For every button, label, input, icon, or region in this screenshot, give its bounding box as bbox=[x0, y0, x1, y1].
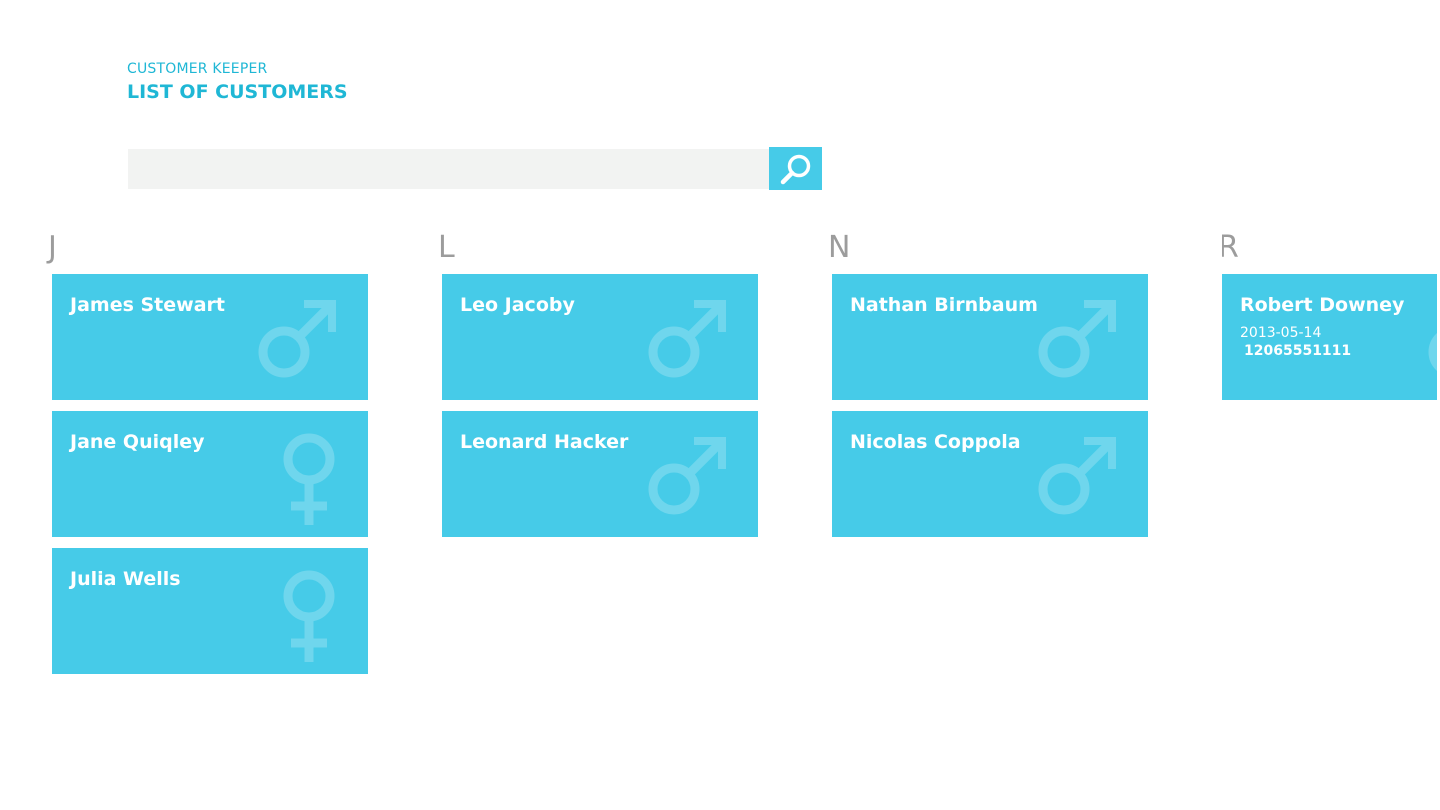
female-icon bbox=[260, 566, 344, 650]
male-icon bbox=[644, 433, 728, 517]
group-header[interactable]: J bbox=[48, 230, 372, 266]
customer-date: 2013-05-14 bbox=[1240, 325, 1322, 341]
group-j: J James Stewart Jane Quiqley Julia Wells bbox=[48, 230, 372, 674]
search-button[interactable] bbox=[769, 147, 822, 190]
male-icon bbox=[644, 296, 728, 380]
male-icon bbox=[254, 296, 338, 380]
search-icon bbox=[779, 152, 813, 186]
customer-name: Leonard Hacker bbox=[460, 431, 629, 453]
customer-tile[interactable]: Jane Quiqley bbox=[52, 411, 368, 537]
male-icon bbox=[1034, 433, 1118, 517]
customer-name: Nathan Birnbaum bbox=[850, 294, 1038, 316]
customer-tile[interactable]: Leonard Hacker bbox=[442, 411, 758, 537]
group-header[interactable]: R bbox=[1222, 230, 1437, 266]
page-title: LIST OF CUSTOMERS bbox=[127, 81, 348, 103]
page-header: CUSTOMER KEEPER LIST OF CUSTOMERS bbox=[127, 60, 348, 106]
customer-name: Nicolas Coppola bbox=[850, 431, 1021, 453]
customer-tile[interactable]: Leo Jacoby bbox=[442, 274, 758, 400]
group-header[interactable]: L bbox=[438, 230, 762, 266]
group-n: N Nathan Birnbaum Nicolas Coppola bbox=[828, 230, 1152, 537]
customer-tile[interactable]: Julia Wells bbox=[52, 548, 368, 674]
customer-name: Leo Jacoby bbox=[460, 294, 575, 316]
male-icon bbox=[1424, 296, 1437, 380]
group-header[interactable]: N bbox=[828, 230, 1152, 266]
customer-tile[interactable]: Robert Downey 2013-05-14 12065551111 bbox=[1222, 274, 1437, 400]
customer-phone: 12065551111 bbox=[1244, 343, 1352, 359]
customer-name: Robert Downey bbox=[1240, 294, 1405, 316]
customer-name: Jane Quiqley bbox=[70, 431, 205, 453]
group-l: L Leo Jacoby Leonard Hacker bbox=[438, 230, 762, 537]
customer-name: Julia Wells bbox=[70, 568, 181, 590]
female-icon bbox=[260, 429, 344, 513]
customer-tile[interactable]: James Stewart bbox=[52, 274, 368, 400]
group-r: R Robert Downey 2013-05-14 12065551111 bbox=[1222, 230, 1437, 410]
customer-name: James Stewart bbox=[70, 294, 225, 316]
customer-tile[interactable]: Nicolas Coppola bbox=[832, 411, 1148, 537]
search-input[interactable] bbox=[128, 149, 769, 189]
male-icon bbox=[1034, 296, 1118, 380]
customer-tile[interactable]: Nathan Birnbaum bbox=[832, 274, 1148, 400]
app-name: CUSTOMER KEEPER bbox=[127, 61, 268, 77]
